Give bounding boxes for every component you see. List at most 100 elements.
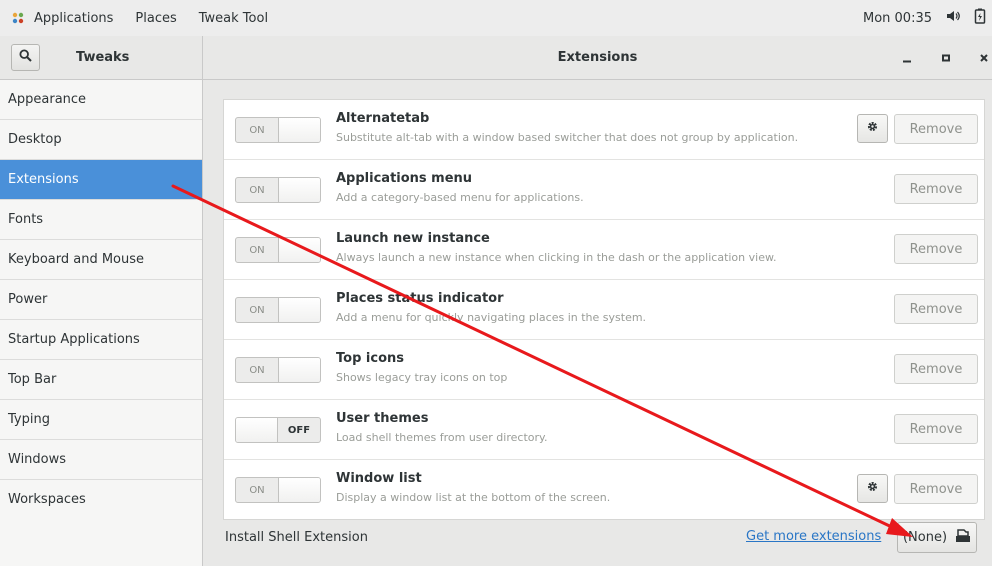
extension-row-launch-new-instance: ON Launch new instance Always launch a n… [224,220,984,280]
toggle-knob [277,178,320,202]
extension-description: Always launch a new instance when clicki… [336,251,777,264]
applications-icon[interactable] [10,10,26,26]
extension-name: Applications menu [336,171,473,186]
extension-name: Launch new instance [336,231,490,246]
power-icon[interactable] [974,8,986,28]
extension-toggle[interactable]: ON [235,237,321,263]
extension-toggle[interactable]: ON [235,477,321,503]
sidebar-header: Tweaks [0,36,203,79]
extension-name: Alternatetab [336,111,430,126]
extension-description: Add a menu for quickly navigating places… [336,311,647,324]
toggle-knob [277,118,320,142]
minimize-button[interactable] [897,36,917,79]
sidebar-item-windows[interactable]: Windows [0,440,202,480]
open-file-icon [955,528,971,547]
remove-button[interactable]: Remove [894,234,978,264]
header-bar: Tweaks Extensions [0,36,992,80]
extension-name: User themes [336,411,429,426]
get-more-extensions-link[interactable]: Get more extensions [746,529,881,544]
sidebar-item-top-bar[interactable]: Top Bar [0,360,202,400]
extension-row-window-list: ON Window list Display a window list at … [224,460,984,520]
sidebar-item-fonts[interactable]: Fonts [0,200,202,240]
main-header: Extensions [203,36,992,79]
sidebar-item-label: Power [8,292,48,307]
sidebar-item-label: Top Bar [8,372,57,387]
toggle-state: ON [249,304,265,316]
remove-button[interactable]: Remove [894,474,978,504]
sidebar-item-power[interactable]: Power [0,280,202,320]
remove-button[interactable]: Remove [894,414,978,444]
toggle-knob [277,298,320,322]
extension-settings-button[interactable] [857,114,888,143]
clock[interactable]: Mon 00:35 [863,11,932,26]
remove-button[interactable]: Remove [894,114,978,144]
toggle-knob [277,238,320,262]
maximize-button[interactable] [936,36,956,79]
extension-toggle[interactable]: OFF [235,417,321,443]
extension-settings-button[interactable] [857,474,888,503]
extension-name: Window list [336,471,422,486]
toggle-knob [236,418,279,442]
sidebar-item-extensions[interactable]: Extensions [0,160,202,200]
sidebar-item-startup-applications[interactable]: Startup Applications [0,320,202,360]
extension-description: Shows legacy tray icons on top [336,371,508,384]
sidebar-item-label: Appearance [8,92,87,107]
file-chooser-button[interactable]: (None) [897,522,977,553]
install-label: Install Shell Extension [225,529,368,545]
places-menu[interactable]: Places [135,11,176,26]
sidebar-item-label: Startup Applications [8,332,140,347]
extension-description: Load shell themes from user directory. [336,431,548,444]
page-title: Extensions [557,50,638,65]
extensions-panel: ON Alternatetab Substitute alt-tab with … [203,80,992,566]
sidebar-item-label: Extensions [8,172,79,187]
toggle-knob [277,478,320,502]
install-shell-extension: Install Shell Extension Get more extensi… [223,518,983,556]
extension-toggle[interactable]: ON [235,177,321,203]
sidebar-item-desktop[interactable]: Desktop [0,120,202,160]
toggle-state: OFF [287,424,311,436]
close-button[interactable] [974,36,992,79]
extension-toggle[interactable]: ON [235,357,321,383]
sidebar-item-label: Windows [8,452,67,467]
extension-toggle[interactable]: ON [235,117,321,143]
volume-icon[interactable] [946,10,960,26]
extension-name: Top icons [336,351,404,366]
extension-description: Display a window list at the bottom of t… [336,491,611,504]
remove-button[interactable]: Remove [894,294,978,324]
extension-description: Substitute alt-tab with a window based s… [336,131,799,144]
app-menu[interactable]: Tweak Tool [199,11,268,26]
sidebar-item-workspaces[interactable]: Workspaces [0,480,202,519]
extension-toggle[interactable]: ON [235,297,321,323]
toggle-state: ON [249,484,265,496]
top-panel: Applications Places Tweak Tool Mon 00:35 [0,0,992,37]
sidebar-item-label: Typing [8,412,50,427]
extension-row-applications-menu: ON Applications menu Add a category-base… [224,160,984,220]
extension-row-places-status-indicator: ON Places status indicator Add a menu fo… [224,280,984,340]
sidebar-item-typing[interactable]: Typing [0,400,202,440]
gear-icon [866,480,879,497]
extension-row-user-themes: OFF User themes Load shell themes from u… [224,400,984,460]
applications-menu[interactable]: Applications [34,11,113,26]
sidebar: Appearance Desktop Extensions Fonts Keyb… [0,80,203,566]
extension-row-alternatetab: ON Alternatetab Substitute alt-tab with … [224,100,984,160]
remove-button[interactable]: Remove [894,354,978,384]
extension-name: Places status indicator [336,291,504,306]
extension-row-top-icons: ON Top icons Shows legacy tray icons on … [224,340,984,400]
sidebar-item-label: Desktop [8,132,62,147]
sidebar-title: Tweaks [76,50,130,65]
sidebar-item-keyboard-and-mouse[interactable]: Keyboard and Mouse [0,240,202,280]
gear-icon [866,120,879,137]
sidebar-item-label: Workspaces [8,492,86,507]
toggle-state: ON [249,244,265,256]
sidebar-item-appearance[interactable]: Appearance [0,80,202,120]
search-icon [19,49,32,66]
toggle-state: ON [249,124,265,136]
toggle-knob [277,358,320,382]
extension-list: ON Alternatetab Substitute alt-tab with … [223,99,985,520]
toggle-state: ON [249,184,265,196]
file-chooser-value: (None) [902,530,948,545]
search-button[interactable] [11,44,40,71]
remove-button[interactable]: Remove [894,174,978,204]
extension-description: Add a category-based menu for applicatio… [336,191,584,204]
toggle-state: ON [249,364,265,376]
